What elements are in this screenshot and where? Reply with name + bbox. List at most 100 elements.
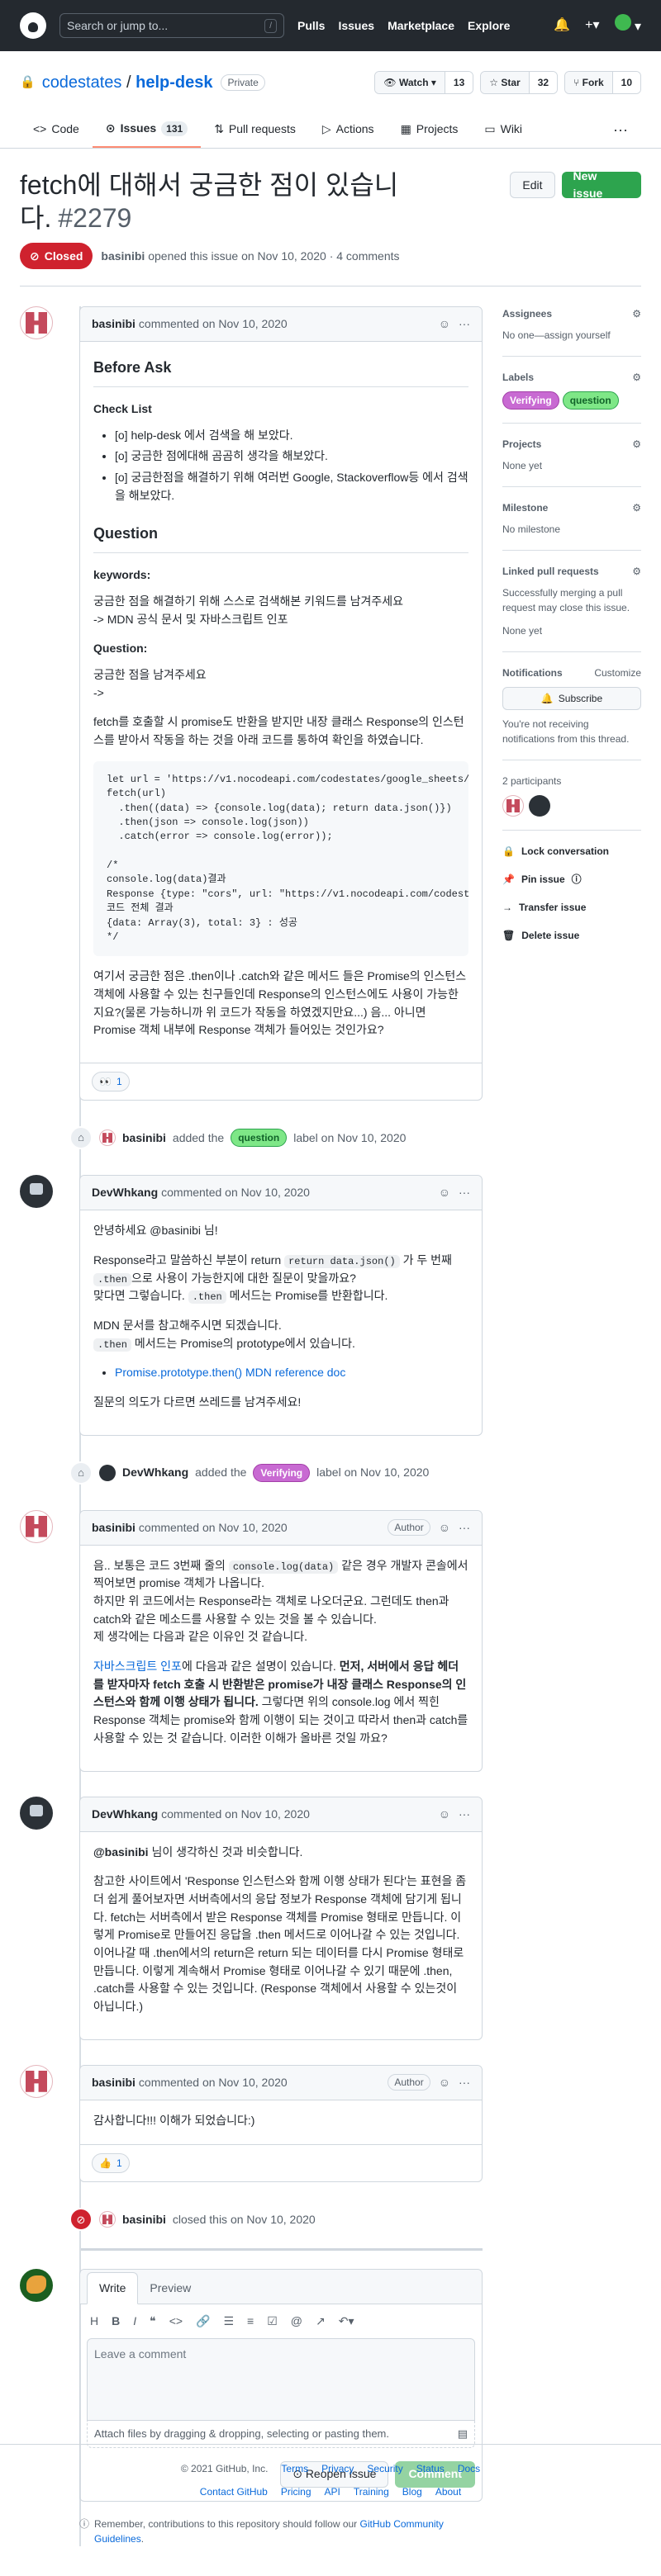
avatar[interactable] <box>529 795 550 817</box>
avatar[interactable] <box>20 306 53 339</box>
kebab-icon[interactable]: ··· <box>459 1184 470 1201</box>
github-logo-icon[interactable] <box>20 12 46 39</box>
numbered-list-icon[interactable]: ≡ <box>247 2313 254 2330</box>
delete-issue[interactable]: 🗑 Delete issue <box>502 928 641 943</box>
mention-icon[interactable]: @ <box>291 2313 302 2330</box>
smiley-icon[interactable]: ☺ <box>439 1519 450 1537</box>
gear-icon[interactable]: ⚙ <box>632 370 641 385</box>
label-question[interactable]: question <box>231 1129 288 1148</box>
tab-pull-requests[interactable]: ⇅ Pull requests <box>201 112 309 148</box>
javascript-info-link[interactable]: 자바스크립트 인포 <box>93 1660 182 1673</box>
tab-preview[interactable]: Preview <box>138 2273 202 2304</box>
footer-link[interactable]: Training <box>354 2484 389 2499</box>
lock-conversation[interactable]: 🔒 Lock conversation <box>502 844 641 859</box>
tab-issues[interactable]: ⊙ Issues 131 <box>92 112 202 148</box>
tab-wiki[interactable]: ▭ Wiki <box>471 112 535 148</box>
gear-icon[interactable]: ⚙ <box>632 500 641 515</box>
bulleted-list-icon[interactable]: ☰ <box>223 2313 234 2330</box>
more-icon[interactable]: ··· <box>600 112 641 148</box>
code-icon[interactable]: <> <box>169 2313 183 2330</box>
tab-write[interactable]: Write <box>87 2272 139 2305</box>
task-list-icon[interactable]: ☑ <box>267 2313 278 2330</box>
cross-reference-icon[interactable]: ↗ <box>316 2313 326 2330</box>
user-avatar-menu[interactable]: ▾ <box>614 14 641 37</box>
fork-count[interactable]: 10 <box>611 72 640 93</box>
fork-button[interactable]: ⑂ Fork 10 <box>564 71 641 94</box>
nav-issues[interactable]: Issues <box>338 17 374 35</box>
avatar[interactable] <box>20 1509 53 1543</box>
assignees-value[interactable]: No one—assign yourself <box>502 329 611 341</box>
avatar[interactable] <box>20 1796 53 1830</box>
italic-icon[interactable]: I <box>133 2313 136 2330</box>
event-actor[interactable]: basinibi <box>122 2211 166 2228</box>
plus-icon[interactable]: +▾ <box>585 16 599 36</box>
watch-count[interactable]: 13 <box>444 72 473 93</box>
link-icon[interactable]: 🔗 <box>196 2313 210 2330</box>
pin-issue[interactable]: 📌 Pin issue ⓘ <box>502 872 641 887</box>
event-actor[interactable]: basinibi <box>122 1129 166 1147</box>
tab-actions[interactable]: ▷ Actions <box>309 112 388 148</box>
new-issue-button[interactable]: New issue <box>561 169 641 200</box>
footer-link[interactable]: Contact GitHub <box>200 2484 268 2499</box>
avatar[interactable] <box>99 1129 116 1147</box>
label-verifying[interactable]: Verifying <box>502 391 559 410</box>
quote-icon[interactable]: ❝ <box>150 2313 156 2330</box>
avatar[interactable] <box>20 1175 53 1209</box>
avatar[interactable] <box>99 1464 116 1481</box>
gear-icon[interactable]: ⚙ <box>632 306 641 321</box>
avatar[interactable] <box>20 2064 53 2098</box>
comment-author[interactable]: DevWhkang <box>92 1184 158 1201</box>
repo-name-link[interactable]: help-desk <box>136 73 212 92</box>
repo-owner-link[interactable]: codestates <box>42 73 122 92</box>
mdn-link[interactable]: Promise.prototype.then() MDN reference d… <box>115 1366 345 1379</box>
kebab-icon[interactable]: ··· <box>459 1806 470 1823</box>
footer-link[interactable]: Docs <box>458 2461 480 2476</box>
markdown-icon[interactable]: ▤ <box>458 2426 468 2442</box>
nav-explore[interactable]: Explore <box>468 17 510 35</box>
watch-button[interactable]: 👁 Watch ▾ 13 <box>374 71 474 94</box>
comment-textarea[interactable]: Leave a comment <box>87 2338 475 2422</box>
comment-author[interactable]: DevWhkang <box>92 1806 158 1823</box>
label-question[interactable]: question <box>562 391 619 410</box>
transfer-issue[interactable]: → Transfer issue <box>502 900 641 915</box>
tab-projects[interactable]: ▦ Projects <box>388 112 472 148</box>
edit-button[interactable]: Edit <box>510 172 555 198</box>
kebab-icon[interactable]: ··· <box>459 315 470 333</box>
event-actor[interactable]: DevWhkang <box>122 1464 188 1481</box>
footer-link[interactable]: Terms <box>281 2461 308 2476</box>
comment-date[interactable]: commented on Nov 10, 2020 <box>139 315 288 333</box>
info-icon[interactable]: ⓘ <box>572 872 582 887</box>
avatar[interactable] <box>502 795 524 817</box>
smiley-icon[interactable]: ☺ <box>439 2074 450 2091</box>
tab-code[interactable]: <> Code <box>20 112 93 148</box>
nav-pulls[interactable]: Pulls <box>297 17 325 35</box>
issue-author[interactable]: basinibi <box>101 249 145 263</box>
comment-author[interactable]: basinibi <box>92 2074 136 2091</box>
smiley-icon[interactable]: ☺ <box>439 1184 450 1201</box>
comment-date[interactable]: commented on Nov 10, 2020 <box>161 1806 310 1823</box>
user-mention[interactable]: @basinibi <box>93 1845 149 1859</box>
footer-link[interactable]: Security <box>367 2461 402 2476</box>
search-input[interactable]: Search or jump to... / <box>59 13 284 38</box>
comment-date[interactable]: commented on Nov 10, 2020 <box>139 1519 288 1537</box>
avatar[interactable] <box>20 2269 53 2303</box>
label-verifying[interactable]: Verifying <box>253 1463 311 1482</box>
bell-icon[interactable]: 🔔 <box>554 16 570 36</box>
smiley-icon[interactable]: ☺ <box>439 1806 450 1823</box>
comment-date[interactable]: commented on Nov 10, 2020 <box>139 2074 288 2091</box>
reaction-thumbs-up[interactable]: 👍 1 <box>92 2153 130 2174</box>
gear-icon[interactable]: ⚙ <box>632 437 641 452</box>
reaction-eyes[interactable]: 👀 1 <box>92 1072 130 1092</box>
star-button[interactable]: ☆ Star 32 <box>480 71 559 94</box>
kebab-icon[interactable]: ··· <box>459 2074 470 2091</box>
comment-date[interactable]: commented on Nov 10, 2020 <box>161 1184 310 1201</box>
reply-icon[interactable]: ↶▾ <box>339 2313 354 2330</box>
gear-icon[interactable]: ⚙ <box>632 564 641 579</box>
footer-link[interactable]: Blog <box>402 2484 422 2499</box>
footer-link[interactable]: API <box>325 2484 340 2499</box>
footer-link[interactable]: Privacy <box>321 2461 354 2476</box>
footer-link[interactable]: Pricing <box>281 2484 311 2499</box>
kebab-icon[interactable]: ··· <box>459 1519 470 1537</box>
heading-icon[interactable]: H <box>90 2313 98 2330</box>
nav-marketplace[interactable]: Marketplace <box>388 17 454 35</box>
